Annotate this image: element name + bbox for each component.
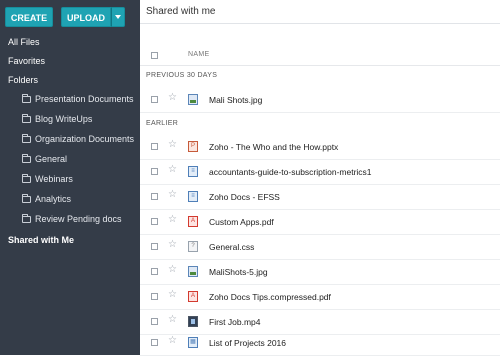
nav-folders[interactable]: Folders: [8, 75, 38, 85]
pdf-file-icon: A: [188, 216, 198, 227]
presentation-file-icon: P: [188, 141, 198, 152]
folder-label: Blog WriteUps: [35, 114, 93, 124]
row-checkbox[interactable]: [151, 143, 158, 150]
row-checkbox[interactable]: [151, 193, 158, 200]
folder-icon: [22, 173, 31, 183]
folder-icon: [22, 113, 31, 123]
folder-label: Organization Documents: [35, 134, 135, 144]
video-file-icon: [188, 316, 198, 327]
upload-dropdown-button[interactable]: [111, 7, 125, 27]
star-icon[interactable]: ☆: [168, 265, 177, 275]
star-icon[interactable]: ☆: [168, 190, 177, 200]
sidebar-item-folder[interactable]: Webinars: [22, 173, 73, 184]
nav-shared-with-me[interactable]: Shared with Me: [8, 235, 74, 245]
sidebar-item-folder[interactable]: Presentation Documents: [22, 93, 134, 104]
star-icon[interactable]: ☆: [168, 93, 177, 103]
image-file-icon: [188, 266, 198, 277]
file-row[interactable]: ☆ P Zoho - The Who and the How.pptx: [140, 134, 500, 160]
sidebar-item-folder[interactable]: Analytics: [22, 193, 72, 204]
file-name[interactable]: General.css: [209, 242, 254, 252]
spreadsheet-file-icon: ▦: [188, 337, 198, 348]
file-name[interactable]: Mali Shots.jpg: [209, 95, 262, 105]
row-checkbox[interactable]: [151, 339, 158, 346]
star-icon[interactable]: ☆: [168, 215, 177, 225]
star-icon[interactable]: ☆: [168, 165, 177, 175]
sidebar-item-folder[interactable]: Review Pending docs: [22, 213, 122, 224]
star-icon[interactable]: ☆: [168, 336, 177, 346]
nav-all-files[interactable]: All Files: [8, 37, 40, 47]
row-checkbox[interactable]: [151, 268, 158, 275]
folder-icon: [22, 93, 31, 103]
folder-label: Analytics: [35, 194, 72, 204]
file-name[interactable]: Zoho - The Who and the How.pptx: [209, 142, 338, 152]
upload-button[interactable]: UPLOAD: [61, 7, 111, 27]
pdf-file-icon: A: [188, 291, 198, 302]
folder-label: Review Pending docs: [35, 214, 122, 224]
action-buttons: CREATE UPLOAD: [5, 7, 125, 27]
star-icon[interactable]: ☆: [168, 240, 177, 250]
file-row[interactable]: ☆ ▦ List of Projects 2016: [140, 330, 500, 356]
sidebar-item-folder[interactable]: Blog WriteUps: [22, 113, 93, 124]
folder-icon: [22, 193, 31, 203]
folder-label: Presentation Documents: [35, 94, 134, 104]
file-name[interactable]: accountants-guide-to-subscription-metric…: [209, 167, 372, 177]
row-checkbox[interactable]: [151, 96, 158, 103]
section-previous-30-days: PREVIOUS 30 DAYS: [146, 72, 218, 79]
file-row[interactable]: ☆ A Custom Apps.pdf: [140, 209, 500, 235]
nav-favorites[interactable]: Favorites: [8, 56, 45, 66]
row-checkbox[interactable]: [151, 243, 158, 250]
column-header: NAME: [140, 45, 500, 66]
file-name[interactable]: List of Projects 2016: [209, 338, 286, 348]
file-row[interactable]: ☆ A Zoho Docs Tips.compressed.pdf: [140, 284, 500, 310]
row-checkbox[interactable]: [151, 218, 158, 225]
sidebar-item-folder[interactable]: Organization Documents: [22, 133, 135, 144]
file-row[interactable]: ☆ MaliShots-5.jpg: [140, 259, 500, 285]
document-file-icon: ≡: [188, 166, 198, 177]
folder-label: Webinars: [35, 174, 73, 184]
row-checkbox[interactable]: [151, 318, 158, 325]
file-row[interactable]: ☆ Mali Shots.jpg: [140, 87, 500, 113]
file-row[interactable]: ☆ ≡ accountants-guide-to-subscription-me…: [140, 159, 500, 185]
star-icon[interactable]: ☆: [168, 140, 177, 150]
page-title: Shared with me: [146, 6, 216, 17]
main-panel: Shared with me NAME PREVIOUS 30 DAYS ☆ M…: [140, 0, 500, 356]
name-column-header[interactable]: NAME: [188, 51, 209, 58]
folder-icon: [22, 213, 31, 223]
star-icon[interactable]: ☆: [168, 315, 177, 325]
file-name[interactable]: Zoho Docs Tips.compressed.pdf: [209, 292, 331, 302]
section-earlier: EARLIER: [146, 120, 179, 127]
star-icon[interactable]: ☆: [168, 290, 177, 300]
sidebar-item-folder[interactable]: General: [22, 153, 68, 164]
file-row[interactable]: ☆ ? General.css: [140, 234, 500, 260]
folder-icon: [22, 133, 31, 143]
css-file-icon: ?: [188, 241, 198, 252]
image-file-icon: [188, 94, 198, 105]
file-name[interactable]: Custom Apps.pdf: [209, 217, 274, 227]
folder-icon: [22, 153, 31, 163]
create-button[interactable]: CREATE: [5, 7, 53, 27]
select-all-checkbox[interactable]: [151, 52, 158, 59]
chevron-down-icon: [115, 15, 121, 19]
file-name[interactable]: First Job.mp4: [209, 317, 261, 327]
file-name[interactable]: MaliShots-5.jpg: [209, 267, 268, 277]
document-file-icon: ≡: [188, 191, 198, 202]
row-checkbox[interactable]: [151, 293, 158, 300]
page-header: Shared with me: [140, 0, 500, 24]
row-checkbox[interactable]: [151, 168, 158, 175]
file-row[interactable]: ☆ ≡ Zoho Docs - EFSS: [140, 184, 500, 210]
file-name[interactable]: Zoho Docs - EFSS: [209, 192, 280, 202]
folder-label: General: [35, 154, 68, 164]
sidebar: CREATE UPLOAD All Files Favorites Folder…: [0, 0, 140, 355]
